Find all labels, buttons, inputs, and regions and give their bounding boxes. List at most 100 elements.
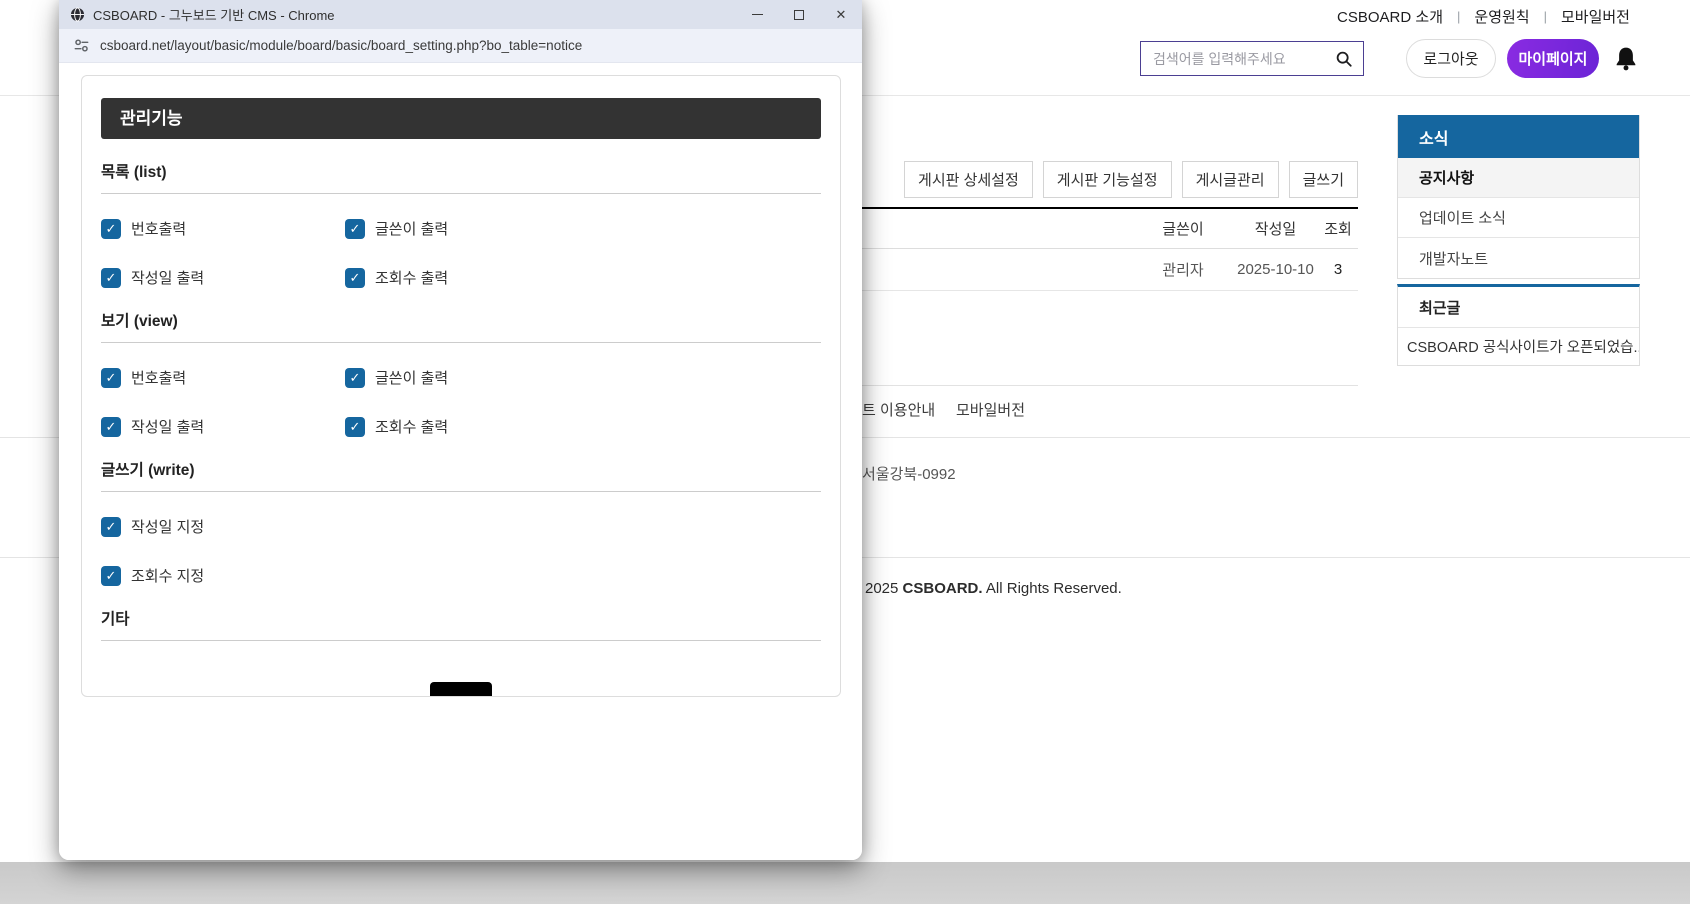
checkbox-checked[interactable]: ✓ bbox=[345, 268, 365, 288]
check-icon: ✓ bbox=[350, 222, 361, 235]
board-detail-settings-button[interactable]: 게시판 상세설정 bbox=[904, 161, 1033, 198]
checkbox-view-author[interactable]: ✓ 글쓴이 출력 bbox=[345, 367, 589, 388]
checkbox-list-number[interactable]: ✓ 번호출력 bbox=[101, 218, 345, 239]
section-divider bbox=[101, 491, 821, 492]
maximize-icon bbox=[794, 10, 804, 20]
checkbox-list-views[interactable]: ✓ 조회수 출력 bbox=[345, 267, 589, 288]
popup-window: CSBOARD - 그누보드 기반 CMS - Chrome ✕ csboard… bbox=[59, 0, 862, 860]
section-divider bbox=[101, 193, 821, 194]
site-settings-icon[interactable] bbox=[73, 37, 90, 54]
checkbox-checked[interactable]: ✓ bbox=[345, 417, 365, 437]
board-admin-buttons: 게시판 상세설정 게시판 기능설정 게시글관리 글쓰기 bbox=[862, 161, 1358, 198]
checkbox-label: 글쓴이 출력 bbox=[375, 367, 448, 388]
col-author: 글쓴이 bbox=[1133, 218, 1233, 239]
checkbox-write-date[interactable]: ✓ 작성일 지정 bbox=[101, 516, 467, 537]
checkbox-checked[interactable]: ✓ bbox=[345, 219, 365, 239]
footer-link-mobile[interactable]: 모바일버전 bbox=[956, 399, 1025, 420]
close-button[interactable]: ✕ bbox=[820, 0, 862, 29]
popup-titlebar[interactable]: CSBOARD - 그누보드 기반 CMS - Chrome ✕ bbox=[59, 0, 862, 29]
check-icon: ✓ bbox=[350, 420, 361, 433]
copyright-rights: All Rights Reserved. bbox=[986, 580, 1122, 597]
section-view-label: 보기 (view) bbox=[101, 309, 821, 331]
check-icon: ✓ bbox=[106, 569, 117, 582]
recent-posts-title: 최근글 bbox=[1398, 287, 1639, 328]
checkbox-list-author[interactable]: ✓ 글쓴이 출력 bbox=[345, 218, 589, 239]
top-link-about[interactable]: CSBOARD 소개 bbox=[1337, 6, 1443, 27]
checkbox-view-views[interactable]: ✓ 조회수 출력 bbox=[345, 416, 589, 437]
check-icon: ✓ bbox=[350, 271, 361, 284]
sidebar-item-updates[interactable]: 업데이트 소식 bbox=[1398, 198, 1639, 238]
checkbox-checked[interactable]: ✓ bbox=[345, 368, 365, 388]
close-icon: ✕ bbox=[836, 8, 847, 21]
checkbox-checked[interactable]: ✓ bbox=[101, 219, 121, 239]
popup-window-title: CSBOARD - 그누보드 기반 CMS - Chrome bbox=[93, 5, 736, 24]
checkbox-checked[interactable]: ✓ bbox=[101, 368, 121, 388]
section-view-checkboxes: ✓ 번호출력 ✓ 글쓴이 출력 ✓ 작성일 출력 ✓ 조회수 출력 bbox=[101, 367, 821, 437]
checkbox-label: 작성일 출력 bbox=[131, 416, 204, 437]
section-divider bbox=[101, 342, 821, 343]
section-list-label: 목록 (list) bbox=[101, 160, 821, 182]
sidebar-title: 소식 bbox=[1398, 115, 1639, 158]
check-icon: ✓ bbox=[106, 371, 117, 384]
notification-bell-icon[interactable] bbox=[1612, 45, 1640, 73]
sidebar-menu: 소식 공지사항 업데이트 소식 개발자노트 bbox=[1397, 115, 1640, 279]
section-write-label: 글쓰기 (write) bbox=[101, 458, 821, 480]
col-date: 작성일 bbox=[1233, 218, 1318, 239]
checkbox-checked[interactable]: ✓ bbox=[101, 566, 121, 586]
section-list-checkboxes: ✓ 번호출력 ✓ 글쓴이 출력 ✓ 작성일 출력 ✓ 조회수 출력 bbox=[101, 218, 821, 288]
minimize-icon bbox=[752, 14, 763, 16]
footer-link-guide[interactable]: 트 이용안내 bbox=[862, 399, 935, 420]
checkbox-checked[interactable]: ✓ bbox=[101, 268, 121, 288]
checkbox-label: 조회수 출력 bbox=[375, 267, 448, 288]
write-button[interactable]: 글쓰기 bbox=[1289, 161, 1358, 198]
post-manage-button[interactable]: 게시글관리 bbox=[1182, 161, 1279, 198]
save-button[interactable]: 저장 bbox=[430, 682, 492, 697]
screen: CSBOARD 소개 | 운영원칙 | 모바일버전 로그아웃 마이페이지 게시판… bbox=[0, 0, 1690, 904]
cell-author: 관리자 bbox=[1133, 259, 1233, 280]
logout-button[interactable]: 로그아웃 bbox=[1406, 39, 1496, 78]
sidebar: 소식 공지사항 업데이트 소식 개발자노트 최근글 CSBOARD 공식사이트가… bbox=[1397, 115, 1640, 366]
recent-post-link[interactable]: CSBOARD 공식사이트가 오픈되었습... bbox=[1398, 328, 1639, 365]
recent-posts-box: 최근글 CSBOARD 공식사이트가 오픈되었습... bbox=[1397, 284, 1640, 366]
cell-date: 2025-10-10 bbox=[1233, 261, 1318, 278]
link-separator: | bbox=[1544, 9, 1547, 24]
checkbox-label: 조회수 출력 bbox=[375, 416, 448, 437]
utility-links: CSBOARD 소개 | 운영원칙 | 모바일버전 bbox=[1337, 6, 1630, 27]
section-divider bbox=[101, 640, 821, 641]
col-views: 조회 bbox=[1318, 218, 1358, 239]
search-icon[interactable] bbox=[1335, 50, 1353, 68]
site-favicon-icon bbox=[70, 7, 85, 22]
checkbox-checked[interactable]: ✓ bbox=[101, 417, 121, 437]
section-write-checkboxes: ✓ 작성일 지정 ✓ 조회수 지정 bbox=[101, 516, 821, 586]
mypage-button[interactable]: 마이페이지 bbox=[1507, 39, 1599, 78]
save-area: 저장 bbox=[101, 682, 821, 697]
checkbox-view-number[interactable]: ✓ 번호출력 bbox=[101, 367, 345, 388]
maximize-button[interactable] bbox=[778, 0, 820, 29]
search-input[interactable] bbox=[1153, 51, 1335, 67]
top-link-mobile[interactable]: 모바일버전 bbox=[1561, 6, 1630, 27]
popup-body: 관리기능 목록 (list) ✓ 번호출력 ✓ 글쓴이 출력 ✓ 작성일 bbox=[59, 63, 862, 860]
checkbox-label: 번호출력 bbox=[131, 367, 186, 388]
top-link-policy[interactable]: 운영원칙 bbox=[1474, 6, 1529, 27]
check-icon: ✓ bbox=[106, 222, 117, 235]
board-function-settings-button[interactable]: 게시판 기능설정 bbox=[1043, 161, 1172, 198]
copyright-brand: CSBOARD. bbox=[903, 580, 983, 597]
page-bottom-strip bbox=[0, 862, 1690, 904]
check-icon: ✓ bbox=[106, 520, 117, 533]
checkbox-view-date[interactable]: ✓ 작성일 출력 bbox=[101, 416, 345, 437]
popup-urlbar[interactable]: csboard.net/layout/basic/module/board/ba… bbox=[59, 29, 862, 63]
checkbox-label: 작성일 출력 bbox=[131, 267, 204, 288]
checkbox-checked[interactable]: ✓ bbox=[101, 517, 121, 537]
checkbox-write-views[interactable]: ✓ 조회수 지정 bbox=[101, 565, 467, 586]
copyright-year: 2025 bbox=[865, 580, 898, 597]
board-settings-form: 관리기능 목록 (list) ✓ 번호출력 ✓ 글쓴이 출력 ✓ 작성일 bbox=[81, 75, 841, 697]
checkbox-list-date[interactable]: ✓ 작성일 출력 bbox=[101, 267, 345, 288]
sidebar-item-devnotes[interactable]: 개발자노트 bbox=[1398, 238, 1639, 278]
check-icon: ✓ bbox=[106, 420, 117, 433]
search-box[interactable] bbox=[1140, 41, 1364, 76]
section-etc-label: 기타 bbox=[101, 607, 821, 629]
check-icon: ✓ bbox=[106, 271, 117, 284]
sidebar-item-notice[interactable]: 공지사항 bbox=[1398, 158, 1639, 198]
checkbox-label: 작성일 지정 bbox=[131, 516, 204, 537]
minimize-button[interactable] bbox=[736, 0, 778, 29]
